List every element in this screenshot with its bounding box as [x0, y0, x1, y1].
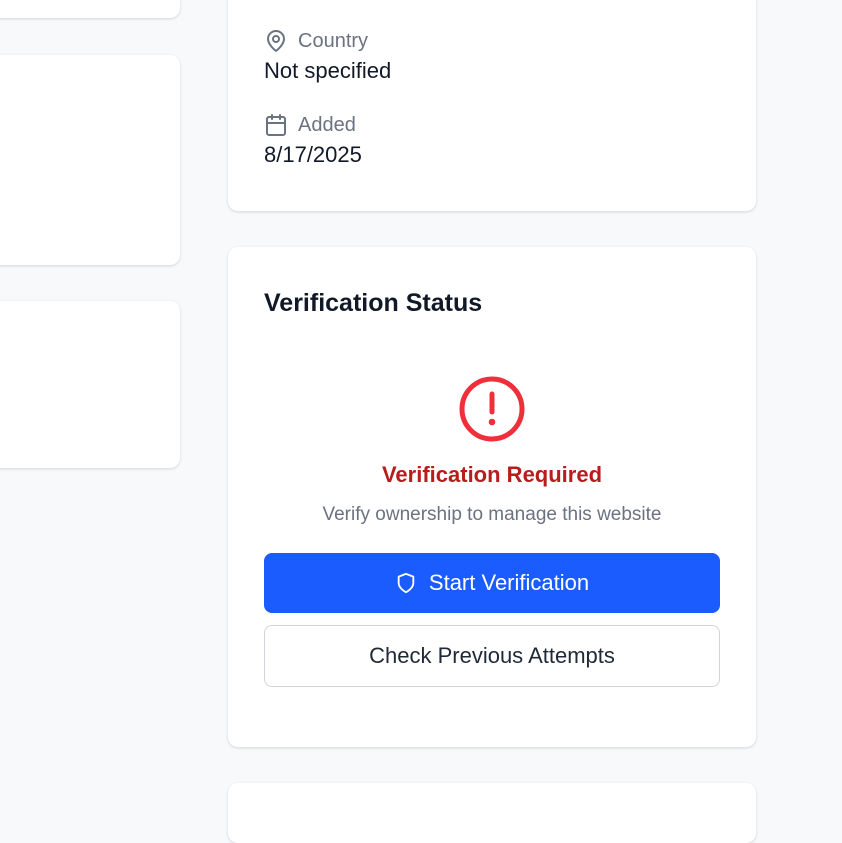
- left-card-bottom: [0, 301, 180, 468]
- verification-card-title: Verification Status: [264, 289, 483, 317]
- left-card-top: [0, 0, 180, 18]
- calendar-icon: [264, 113, 288, 137]
- start-verification-button[interactable]: Start Verification: [264, 553, 720, 613]
- next-card: [228, 783, 756, 843]
- map-pin-icon: [264, 29, 288, 53]
- country-field: Country Not specified: [264, 28, 391, 84]
- start-verification-label: Start Verification: [428, 570, 590, 595]
- shield-icon: [395, 572, 417, 594]
- check-previous-attempts-button[interactable]: Check Previous Attempts: [264, 625, 720, 687]
- added-label: Added: [298, 113, 356, 136]
- country-value: Not specified: [264, 58, 392, 83]
- check-previous-attempts-label: Check Previous Attempts: [369, 643, 615, 668]
- country-label: Country: [298, 29, 369, 52]
- verification-status-card: Verification Status Verification Require…: [228, 247, 756, 747]
- left-card-middle: [0, 55, 180, 265]
- status-subtitle: Verify ownership to manage this website: [322, 504, 662, 525]
- added-field: Added 8/17/2025: [264, 112, 362, 168]
- status-title: Verification Required: [381, 462, 603, 487]
- added-value: 8/17/2025: [264, 142, 362, 167]
- website-info-card: Country Not specified Added 8/17/2025: [228, 0, 756, 211]
- alert-circle-icon: [458, 375, 526, 448]
